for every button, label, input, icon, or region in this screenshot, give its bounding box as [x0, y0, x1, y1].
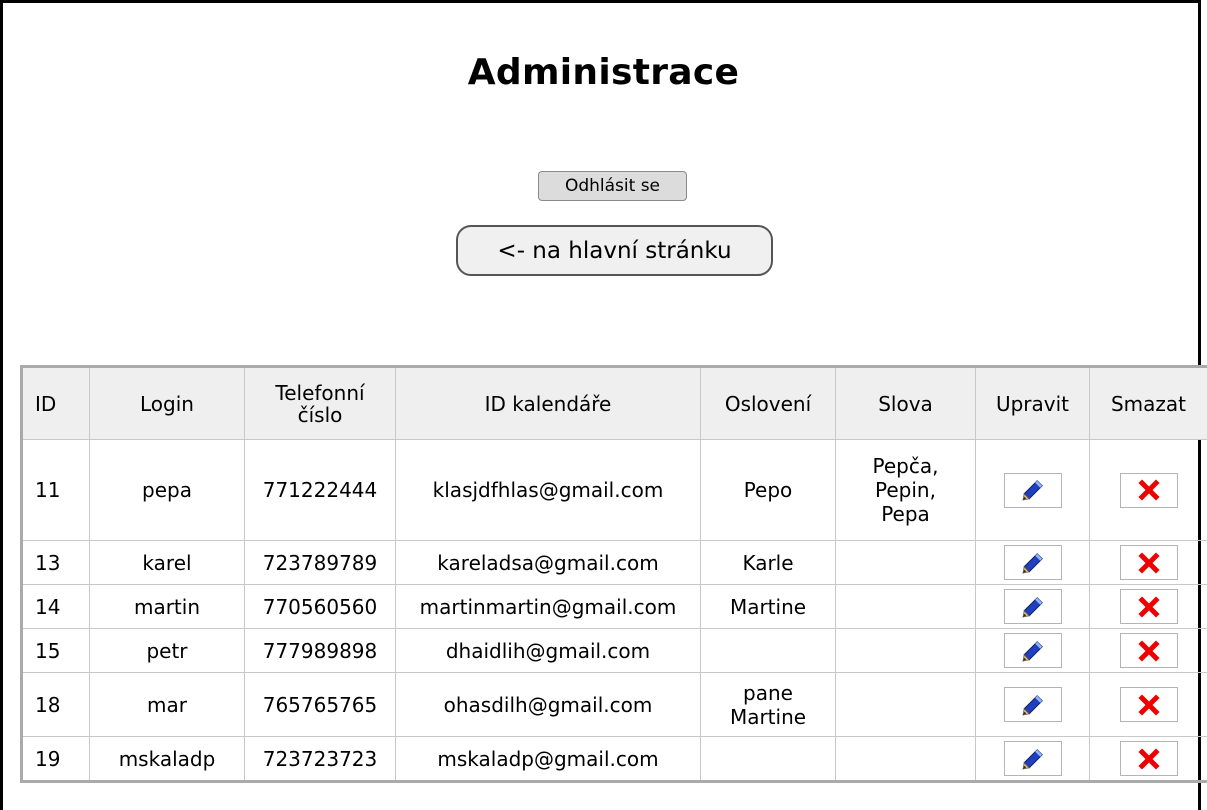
word-item: Pepa [881, 502, 930, 526]
cell-calendar: dhaidlih@gmail.com [396, 629, 701, 673]
delete-button[interactable] [1120, 473, 1178, 508]
edit-button[interactable] [1004, 687, 1062, 722]
cell-salutation: paneMartine [701, 673, 836, 737]
cell-calendar: ohasdilh@gmail.com [396, 673, 701, 737]
table-row: 11 pepa 771222444 klasjdfhlas@gmail.com … [22, 440, 1207, 541]
header-delete: Smazat [1090, 367, 1207, 440]
cell-edit [976, 673, 1090, 737]
cell-salutation [701, 737, 836, 782]
header-phone-line1: Telefonní [275, 381, 364, 405]
cell-phone: 765765765 [245, 673, 396, 737]
cell-calendar: klasjdfhlas@gmail.com [396, 440, 701, 541]
close-x-icon [1138, 479, 1160, 501]
edit-button[interactable] [1004, 473, 1062, 508]
pencil-icon [1022, 694, 1044, 716]
cell-id: 15 [22, 629, 90, 673]
header-id: ID [22, 367, 90, 440]
cell-words: Pepča,Pepin,Pepa [836, 440, 976, 541]
cell-words [836, 629, 976, 673]
table-row: 13 karel 723789789 kareladsa@gmail.com K… [22, 541, 1207, 585]
pencil-icon [1022, 640, 1044, 662]
cell-login: martin [90, 585, 245, 629]
cell-id: 14 [22, 585, 90, 629]
table-row: 19 mskaladp 723723723 mskaladp@gmail.com [22, 737, 1207, 782]
table-body: 11 pepa 771222444 klasjdfhlas@gmail.com … [22, 440, 1207, 782]
cell-edit [976, 629, 1090, 673]
cell-login: pepa [90, 440, 245, 541]
table-row: 15 petr 777989898 dhaidlih@gmail.com [22, 629, 1207, 673]
cell-words [836, 541, 976, 585]
salutation-line: pane [743, 681, 793, 705]
cell-delete [1090, 629, 1207, 673]
cell-id: 13 [22, 541, 90, 585]
page-title: Administrace [0, 52, 1207, 93]
pencil-icon [1022, 479, 1044, 501]
cell-edit [976, 737, 1090, 782]
close-x-icon [1138, 596, 1160, 618]
cell-words [836, 585, 976, 629]
cell-phone: 723723723 [245, 737, 396, 782]
cell-edit [976, 541, 1090, 585]
cell-login: mskaladp [90, 737, 245, 782]
cell-delete [1090, 585, 1207, 629]
pencil-icon [1022, 748, 1044, 770]
pencil-icon [1022, 552, 1044, 574]
edit-button[interactable] [1004, 741, 1062, 776]
delete-button[interactable] [1120, 741, 1178, 776]
header-phone: Telefonníčíslo [245, 367, 396, 440]
cell-login: karel [90, 541, 245, 585]
header-login: Login [90, 367, 245, 440]
cell-edit [976, 440, 1090, 541]
delete-button[interactable] [1120, 633, 1178, 668]
edit-button[interactable] [1004, 633, 1062, 668]
header-calendar: ID kalendáře [396, 367, 701, 440]
cell-delete [1090, 737, 1207, 782]
delete-button[interactable] [1120, 589, 1178, 624]
edit-button[interactable] [1004, 589, 1062, 624]
close-x-icon [1138, 748, 1160, 770]
cell-salutation: Karle [701, 541, 836, 585]
cell-phone: 771222444 [245, 440, 396, 541]
cell-edit [976, 585, 1090, 629]
users-table: ID Login Telefonníčíslo ID kalendáře Osl… [20, 365, 1207, 783]
cell-phone: 723789789 [245, 541, 396, 585]
cell-delete [1090, 541, 1207, 585]
cell-calendar: kareladsa@gmail.com [396, 541, 701, 585]
cell-salutation [701, 629, 836, 673]
header-edit: Upravit [976, 367, 1090, 440]
header-salutation: Oslovení [701, 367, 836, 440]
header-phone-line2: číslo [298, 403, 343, 427]
cell-delete [1090, 673, 1207, 737]
delete-button[interactable] [1120, 687, 1178, 722]
table-row: 18 mar 765765765 ohasdilh@gmail.com pane… [22, 673, 1207, 737]
logout-button[interactable]: Odhlásit se [538, 171, 687, 201]
edit-button[interactable] [1004, 545, 1062, 580]
cell-id: 19 [22, 737, 90, 782]
delete-button[interactable] [1120, 545, 1178, 580]
cell-phone: 770560560 [245, 585, 396, 629]
salutation-line: Martine [730, 705, 806, 729]
cell-id: 18 [22, 673, 90, 737]
word-item: Pepča, [873, 454, 939, 478]
cell-phone: 777989898 [245, 629, 396, 673]
cell-login: mar [90, 673, 245, 737]
close-x-icon [1138, 640, 1160, 662]
table-header-row: ID Login Telefonníčíslo ID kalendáře Osl… [22, 367, 1207, 440]
pencil-icon [1022, 596, 1044, 618]
cell-login: petr [90, 629, 245, 673]
home-button[interactable]: <- na hlavní stránku [456, 225, 773, 276]
close-x-icon [1138, 694, 1160, 716]
cell-words [836, 673, 976, 737]
cell-calendar: martinmartin@gmail.com [396, 585, 701, 629]
table-row: 14 martin 770560560 martinmartin@gmail.c… [22, 585, 1207, 629]
cell-calendar: mskaladp@gmail.com [396, 737, 701, 782]
cell-delete [1090, 440, 1207, 541]
cell-salutation: Martine [701, 585, 836, 629]
cell-id: 11 [22, 440, 90, 541]
word-item: Pepin, [875, 478, 936, 502]
cell-words [836, 737, 976, 782]
cell-salutation: Pepo [701, 440, 836, 541]
header-words: Slova [836, 367, 976, 440]
close-x-icon [1138, 552, 1160, 574]
